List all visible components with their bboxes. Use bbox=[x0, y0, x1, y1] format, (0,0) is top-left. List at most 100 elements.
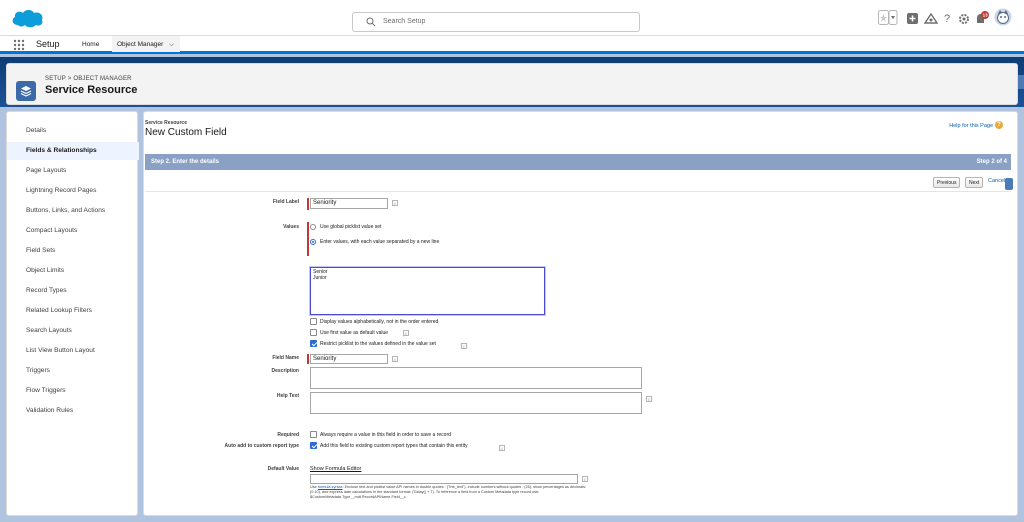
help-for-this-page-link[interactable]: Help for this Page bbox=[949, 123, 993, 129]
formula-help-text: Use formula syntax: Enclose text and pic… bbox=[310, 485, 588, 500]
display-alphabetical-checkbox[interactable] bbox=[310, 318, 317, 325]
divider bbox=[145, 191, 1011, 192]
sidebar-item-fields-relationships[interactable]: Fields & Relationships bbox=[7, 142, 139, 160]
tab-home[interactable]: Home bbox=[82, 41, 99, 48]
formula-help-body: : Enclose text and picklist value API na… bbox=[310, 485, 587, 499]
sidebar-item-flow-triggers[interactable]: Flow Triggers bbox=[7, 382, 139, 400]
description-label: Description bbox=[271, 368, 299, 374]
tab-object-manager-label: Object Manager bbox=[117, 41, 164, 48]
auto-add-checkbox[interactable] bbox=[310, 442, 317, 449]
step-header: Step 2. Enter the details Step 2 of 4 bbox=[145, 154, 1011, 170]
app-name: Setup bbox=[36, 39, 60, 49]
info-icon[interactable]: i bbox=[646, 396, 652, 402]
main-content: Service Resource New Custom Field Help f… bbox=[143, 111, 1018, 516]
step-count: Step 2 of 4 bbox=[976, 159, 1007, 165]
info-icon[interactable]: i bbox=[499, 445, 505, 451]
field-label-input[interactable]: Seniority bbox=[310, 198, 388, 209]
add-icon[interactable] bbox=[907, 10, 919, 26]
sidebar-item-validation-rules[interactable]: Validation Rules bbox=[7, 402, 139, 420]
sidebar-item-list-view-button-layout[interactable]: List View Button Layout bbox=[7, 342, 139, 360]
cancel-button[interactable]: Cancel bbox=[988, 178, 1005, 184]
formula-syntax-link[interactable]: formula syntax bbox=[318, 485, 343, 489]
trailhead-icon[interactable] bbox=[924, 10, 938, 26]
notification-count: 13 bbox=[983, 13, 989, 18]
use-global-picklist-radio[interactable] bbox=[310, 224, 316, 230]
default-value-input[interactable] bbox=[310, 474, 578, 484]
restrict-picklist-label: Restrict picklist to the values defined … bbox=[320, 341, 436, 347]
auto-add-label: Auto add to custom report type bbox=[224, 443, 299, 449]
header-icons: ? 13 bbox=[876, 8, 1016, 28]
help-icon[interactable]: ? bbox=[943, 10, 953, 26]
object-sidebar: Details Fields & Relationships Page Layo… bbox=[6, 111, 139, 516]
breadcrumb[interactable]: SETUP > OBJECT MANAGER bbox=[45, 76, 132, 82]
sidebar-item-lightning-record-pages[interactable]: Lightning Record Pages bbox=[7, 182, 139, 200]
object-header: SETUP > OBJECT MANAGER Service Resource bbox=[6, 63, 1018, 105]
previous-button[interactable]: Previous bbox=[933, 177, 961, 188]
sidebar-item-search-layouts[interactable]: Search Layouts bbox=[7, 322, 139, 340]
sidebar-item-triggers[interactable]: Triggers bbox=[7, 362, 139, 380]
required-text: Always require a value in this field in … bbox=[320, 432, 451, 438]
sidebar-item-page-layouts[interactable]: Page Layouts bbox=[7, 162, 139, 180]
app-launcher-icon[interactable] bbox=[13, 39, 25, 51]
tab-object-manager[interactable]: Object Manager ⌵ bbox=[112, 36, 180, 54]
picklist-value: Junior bbox=[313, 274, 327, 281]
help-text-textarea[interactable] bbox=[310, 392, 642, 414]
info-icon[interactable]: i bbox=[392, 200, 398, 206]
sidebar-item-record-types[interactable]: Record Types bbox=[7, 282, 139, 300]
show-formula-editor-link[interactable]: Show Formula Editor bbox=[310, 466, 361, 472]
use-global-picklist-label: Use global picklist value set bbox=[320, 224, 382, 230]
picklist-values-textarea[interactable]: Senior Junior bbox=[310, 267, 545, 315]
required-label: Required bbox=[277, 432, 299, 438]
info-icon[interactable]: i bbox=[461, 343, 467, 349]
sidebar-item-field-sets[interactable]: Field Sets bbox=[7, 242, 139, 260]
required-indicator bbox=[307, 354, 309, 364]
user-avatar-icon[interactable] bbox=[994, 8, 1012, 26]
context-bar: Setup Home Object Manager ⌵ bbox=[0, 36, 1024, 54]
salesforce-logo[interactable] bbox=[10, 7, 44, 29]
first-value-default-label: Use first value as default value bbox=[320, 330, 389, 336]
auto-add-text: Add this field to existing custom report… bbox=[320, 443, 468, 449]
required-indicator bbox=[307, 198, 309, 210]
notifications-bell-icon[interactable]: 13 bbox=[974, 10, 990, 26]
side-panel-handle-inner[interactable] bbox=[1005, 178, 1013, 190]
display-alphabetical-label: Display values alphabetically, not in th… bbox=[320, 319, 439, 325]
required-checkbox[interactable] bbox=[310, 431, 317, 438]
search-icon bbox=[366, 17, 376, 27]
field-name-input[interactable]: Seniority bbox=[310, 354, 388, 364]
favorites-star-icon[interactable] bbox=[878, 10, 898, 26]
step-title: Step 2. Enter the details bbox=[151, 159, 220, 165]
restrict-picklist-checkbox[interactable] bbox=[310, 340, 317, 347]
field-name-label: Field Name bbox=[272, 355, 299, 361]
enter-values-label: Enter values, with each value separated … bbox=[320, 239, 440, 245]
info-icon[interactable]: i bbox=[582, 476, 588, 482]
chevron-down-icon[interactable]: ⌵ bbox=[169, 42, 174, 49]
sidebar-item-related-lookup-filters[interactable]: Related Lookup Filters bbox=[7, 302, 139, 320]
page-object-label: Service Resource bbox=[145, 120, 187, 126]
enter-values-radio[interactable] bbox=[310, 239, 316, 245]
help-text-label: Help Text bbox=[276, 393, 299, 399]
info-icon[interactable]: i bbox=[403, 330, 409, 336]
info-icon[interactable]: i bbox=[392, 356, 398, 362]
page-title: New Custom Field bbox=[145, 127, 227, 138]
sidebar-item-details[interactable]: Details bbox=[7, 122, 139, 140]
sidebar-item-buttons-links-actions[interactable]: Buttons, Links, and Actions bbox=[7, 202, 139, 220]
required-indicator bbox=[307, 222, 309, 256]
object-layers-icon bbox=[16, 81, 36, 101]
svg-text:?: ? bbox=[944, 13, 950, 25]
description-textarea[interactable] bbox=[310, 367, 642, 389]
field-label-label: Field Label bbox=[272, 199, 299, 205]
formula-help-prefix: Use bbox=[310, 485, 317, 489]
setup-gear-icon[interactable] bbox=[958, 10, 970, 26]
values-label: Values bbox=[283, 224, 299, 230]
default-value-label: Default Value bbox=[267, 466, 299, 472]
next-button[interactable]: Next bbox=[965, 177, 984, 188]
sidebar-item-object-limits[interactable]: Object Limits bbox=[7, 262, 139, 280]
global-header: Search Setup ? 13 bbox=[0, 0, 1024, 36]
first-value-default-checkbox[interactable] bbox=[310, 329, 317, 336]
search-placeholder: Search Setup bbox=[383, 18, 426, 25]
sidebar-item-compact-layouts[interactable]: Compact Layouts bbox=[7, 222, 139, 240]
search-setup-input[interactable]: Search Setup bbox=[352, 12, 640, 32]
side-panel-handle[interactable] bbox=[1018, 75, 1024, 89]
object-title: Service Resource bbox=[45, 84, 138, 96]
help-question-icon[interactable]: ? bbox=[995, 121, 1003, 129]
